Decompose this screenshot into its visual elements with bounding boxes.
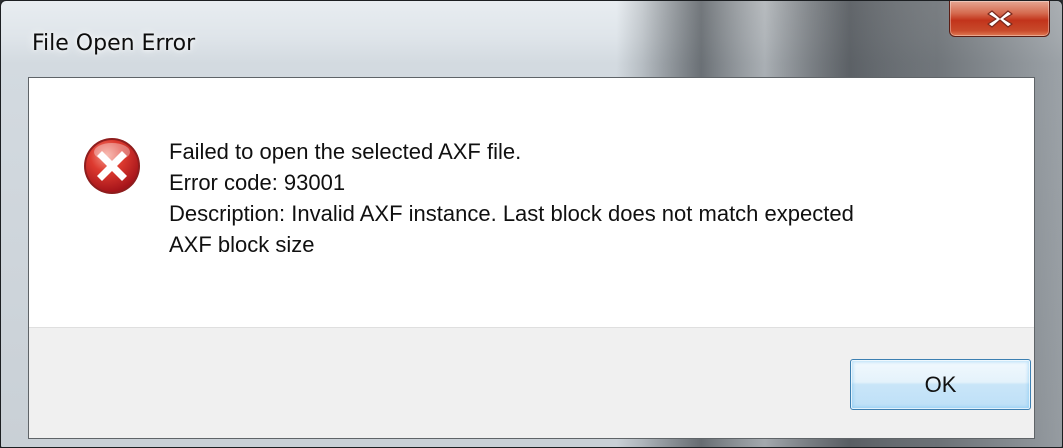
message-line: Failed to open the selected AXF file. [169, 139, 522, 164]
error-icon [82, 136, 142, 196]
button-bar: OK [29, 327, 1034, 438]
error-message: Failed to open the selected AXF file. Er… [169, 136, 854, 260]
close-icon [950, 1, 1049, 36]
message-line: Error code: 93001 [169, 170, 346, 195]
message-area: Failed to open the selected AXF file. Er… [29, 78, 1034, 327]
message-line: Description: Invalid AXF instance. Last … [169, 201, 854, 226]
message-line: AXF block size [169, 232, 315, 257]
title-bar[interactable]: File Open Error [1, 1, 1062, 77]
dialog-window: File Open Error Failed to open the selec… [0, 0, 1063, 448]
close-button[interactable] [949, 1, 1050, 37]
ok-button[interactable]: OK [850, 359, 1031, 410]
window-title: File Open Error [32, 31, 196, 56]
dialog-client-area: Failed to open the selected AXF file. Er… [28, 77, 1035, 439]
